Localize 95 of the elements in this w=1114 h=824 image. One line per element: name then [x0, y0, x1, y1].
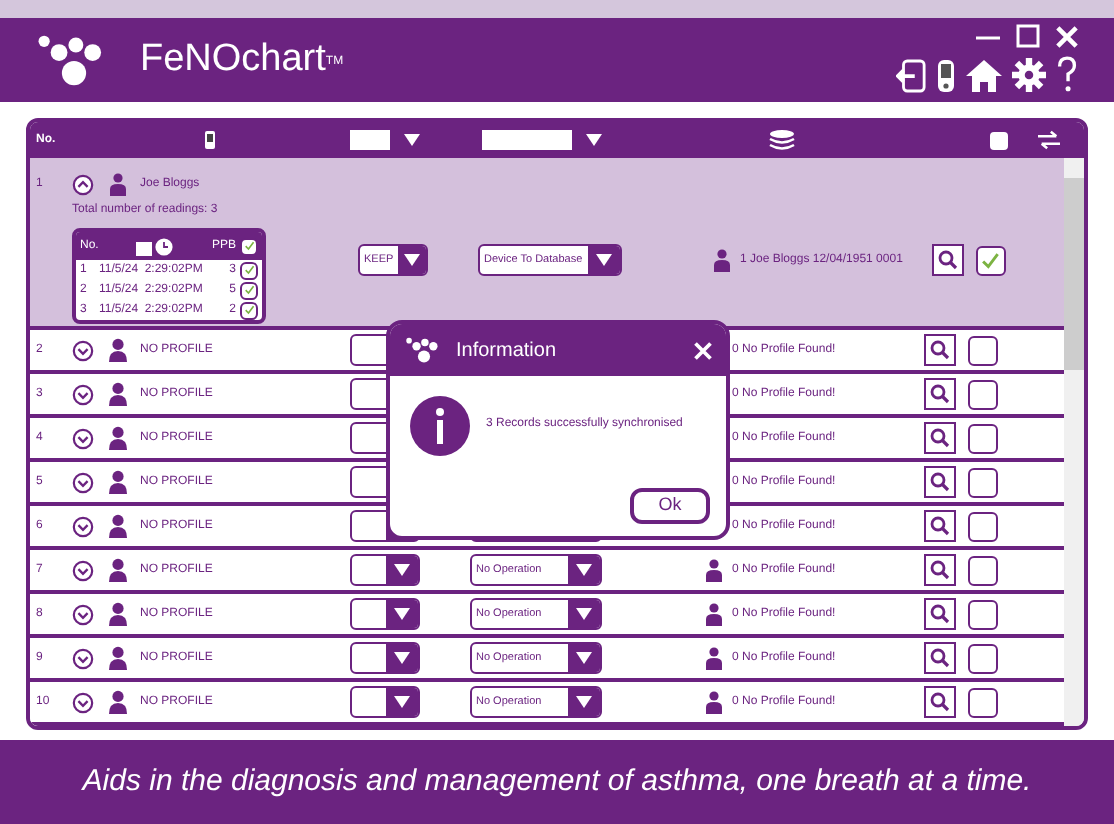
search-button[interactable] — [924, 378, 956, 410]
search-icon — [930, 604, 950, 624]
search-button[interactable] — [924, 334, 956, 366]
expand-icon[interactable] — [72, 383, 94, 405]
expand-icon[interactable] — [72, 427, 94, 449]
scrollbar[interactable] — [1064, 158, 1084, 726]
person-icon — [712, 248, 732, 272]
dropdown-arrow-icon — [576, 608, 592, 620]
close-icon[interactable] — [694, 341, 712, 359]
check-icon — [980, 249, 1002, 271]
dropdown-arrow-icon — [586, 134, 602, 146]
search-icon — [930, 428, 950, 448]
person-icon — [704, 646, 724, 670]
search-button[interactable] — [924, 466, 956, 498]
settings-icon[interactable] — [1012, 58, 1046, 93]
maximize-icon[interactable] — [1016, 24, 1040, 49]
search-button[interactable] — [924, 686, 956, 718]
person-icon — [108, 602, 128, 626]
ok-button[interactable]: Ok — [630, 488, 710, 524]
dropdown-arrow-icon — [576, 696, 592, 708]
search-button[interactable] — [924, 642, 956, 674]
dropdown-arrow-icon — [404, 134, 420, 146]
dropdown-arrow-icon — [394, 696, 410, 708]
tagline: Aids in the diagnosis and management of asthma, one breath at a time. — [82, 761, 1032, 802]
expand-icon[interactable] — [72, 471, 94, 493]
dropdown-arrow-icon — [403, 254, 420, 266]
person-icon — [108, 470, 128, 494]
checkbox[interactable] — [988, 129, 1010, 151]
search-icon — [930, 384, 950, 404]
person-icon — [108, 338, 128, 362]
calendar-clock-icon — [136, 237, 176, 255]
swap-arrows-icon[interactable] — [1038, 130, 1060, 150]
checkbox[interactable] — [968, 379, 998, 409]
person-icon — [108, 382, 128, 406]
dropdown[interactable] — [350, 554, 420, 586]
checkbox[interactable] — [968, 555, 998, 585]
dropdown[interactable] — [350, 598, 420, 630]
person-icon — [704, 558, 724, 582]
search-button[interactable] — [932, 244, 964, 276]
search-button[interactable] — [924, 554, 956, 586]
person-icon — [108, 514, 128, 538]
checkbox[interactable] — [968, 423, 998, 453]
dropdown[interactable] — [350, 686, 420, 718]
expand-icon[interactable] — [72, 647, 94, 669]
checkbox[interactable] — [240, 301, 258, 319]
checkbox[interactable] — [240, 261, 258, 279]
dialog-title: Information — [456, 337, 557, 365]
dropdown[interactable] — [350, 642, 420, 674]
checkbox[interactable] — [968, 511, 998, 541]
search-button[interactable] — [924, 510, 956, 542]
dropdown-arrow-icon — [576, 564, 592, 576]
search-icon — [930, 516, 950, 536]
device-icon[interactable] — [936, 57, 956, 94]
person-icon — [108, 426, 128, 450]
person-icon — [704, 602, 724, 626]
home-icon[interactable] — [966, 59, 1002, 92]
device-icon — [204, 130, 216, 150]
dropdown-arrow-icon — [394, 608, 410, 620]
dropdown-arrow-icon — [576, 652, 592, 664]
search-icon — [938, 250, 958, 270]
person-icon — [108, 172, 128, 196]
checkbox[interactable] — [968, 687, 998, 717]
person-icon — [704, 690, 724, 714]
search-button[interactable] — [924, 422, 956, 454]
checkbox[interactable] — [240, 281, 258, 299]
expand-icon[interactable] — [72, 559, 94, 581]
person-icon — [108, 690, 128, 714]
help-icon[interactable] — [1056, 56, 1078, 95]
expand-icon[interactable] — [72, 691, 94, 713]
search-icon — [930, 472, 950, 492]
app-title: FeNOchart$^{TM}$ — [140, 40, 344, 79]
dropdown-arrow-icon — [596, 254, 612, 266]
checkbox[interactable] — [976, 245, 1006, 275]
info-icon — [410, 396, 470, 456]
dropdown-arrow-icon — [394, 652, 410, 664]
person-icon — [108, 558, 128, 582]
checkbox[interactable] — [968, 643, 998, 673]
search-icon — [930, 648, 950, 668]
checkbox[interactable] — [968, 599, 998, 629]
expand-icon[interactable] — [72, 339, 94, 361]
checkbox[interactable] — [968, 467, 998, 497]
collapse-icon[interactable] — [72, 173, 94, 195]
database-icon — [768, 130, 796, 150]
dropdown-arrow-icon — [394, 564, 410, 576]
person-icon — [108, 646, 128, 670]
close-icon[interactable] — [1056, 25, 1078, 48]
search-button[interactable] — [924, 598, 956, 630]
exit-icon[interactable] — [896, 57, 926, 94]
checkbox[interactable] — [968, 335, 998, 365]
expand-icon[interactable] — [72, 515, 94, 537]
search-icon — [930, 692, 950, 712]
search-icon — [930, 560, 950, 580]
checkbox[interactable] — [240, 237, 258, 255]
expand-icon[interactable] — [72, 603, 94, 625]
search-icon — [930, 340, 950, 360]
